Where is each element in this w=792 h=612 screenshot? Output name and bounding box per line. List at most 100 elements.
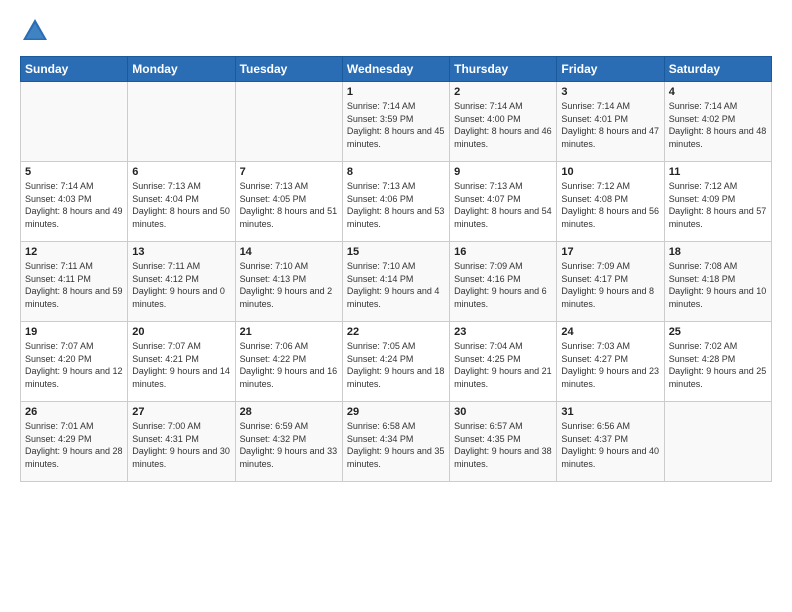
day-number: 23: [454, 326, 552, 338]
calendar-cell: 30Sunrise: 6:57 AM Sunset: 4:35 PM Dayli…: [450, 402, 557, 482]
day-info: Sunrise: 7:05 AM Sunset: 4:24 PM Dayligh…: [347, 340, 445, 390]
calendar-cell: 22 Sunrise: 7:05 AM Sunset: 4:24 PM Dayli…: [342, 322, 449, 402]
day-info: Sunrise: 6:58 AM Sunset: 4:34 PM Dayligh…: [347, 420, 445, 470]
calendar-cell: 24 Sunrise: 7:03 AM Sunset: 4:27 PM Dayli…: [557, 322, 664, 402]
calendar-cell: 23 Sunrise: 7:04 AM Sunset: 4:25 PM Dayli…: [450, 322, 557, 402]
logo-icon: [20, 16, 50, 46]
day-number: 3: [561, 86, 659, 98]
calendar-cell: 31Sunrise: 6:56 AM Sunset: 4:37 PM Dayli…: [557, 402, 664, 482]
day-number: 18: [669, 246, 767, 258]
day-info: Sunrise: 7:11 AM Sunset: 4:12 PM Dayligh…: [132, 260, 230, 310]
day-info: Sunrise: 6:59 AM Sunset: 4:32 PM Dayligh…: [240, 420, 338, 470]
day-info: Sunrise: 7:10 AM Sunset: 4:13 PM Dayligh…: [240, 260, 338, 310]
day-info: Sunrise: 7:10 AM Sunset: 4:14 PM Dayligh…: [347, 260, 445, 310]
day-number: 14: [240, 246, 338, 258]
calendar-cell: [235, 82, 342, 162]
calendar-cell: 28 Sunrise: 6:59 AM Sunset: 4:32 PM Dayli…: [235, 402, 342, 482]
day-info: Sunrise: 7:13 AM Sunset: 4:04 PM Dayligh…: [132, 180, 230, 230]
day-info: Sunrise: 7:14 AM Sunset: 4:01 PM Dayligh…: [561, 100, 659, 150]
day-info: Sunrise: 7:07 AM Sunset: 4:20 PM Dayligh…: [25, 340, 123, 390]
calendar-cell: 9 Sunrise: 7:13 AM Sunset: 4:07 PM Daylig…: [450, 162, 557, 242]
day-info: Sunrise: 7:07 AM Sunset: 4:21 PM Dayligh…: [132, 340, 230, 390]
day-info: Sunrise: 7:13 AM Sunset: 4:07 PM Dayligh…: [454, 180, 552, 230]
day-info: Sunrise: 7:06 AM Sunset: 4:22 PM Dayligh…: [240, 340, 338, 390]
weekday-header: Sunday: [21, 57, 128, 82]
day-number: 8: [347, 166, 445, 178]
calendar-cell: 4 Sunrise: 7:14 AM Sunset: 4:02 PM Daylig…: [664, 82, 771, 162]
day-number: 1: [347, 86, 445, 98]
day-info: Sunrise: 7:08 AM Sunset: 4:18 PM Dayligh…: [669, 260, 767, 310]
day-number: 30: [454, 406, 552, 418]
day-number: 4: [669, 86, 767, 98]
page: SundayMondayTuesdayWednesdayThursdayFrid…: [0, 0, 792, 612]
day-info: Sunrise: 7:11 AM Sunset: 4:11 PM Dayligh…: [25, 260, 123, 310]
calendar-cell: 25Sunrise: 7:02 AM Sunset: 4:28 PM Dayli…: [664, 322, 771, 402]
calendar-week-row: 1 Sunrise: 7:14 AM Sunset: 3:59 PM Daylig…: [21, 82, 772, 162]
calendar-cell: 8 Sunrise: 7:13 AM Sunset: 4:06 PM Daylig…: [342, 162, 449, 242]
day-number: 28: [240, 406, 338, 418]
day-info: Sunrise: 7:12 AM Sunset: 4:08 PM Dayligh…: [561, 180, 659, 230]
calendar-cell: 20 Sunrise: 7:07 AM Sunset: 4:21 PM Dayli…: [128, 322, 235, 402]
calendar-table: SundayMondayTuesdayWednesdayThursdayFrid…: [20, 56, 772, 482]
day-number: 11: [669, 166, 767, 178]
day-info: Sunrise: 7:04 AM Sunset: 4:25 PM Dayligh…: [454, 340, 552, 390]
day-info: Sunrise: 7:03 AM Sunset: 4:27 PM Dayligh…: [561, 340, 659, 390]
calendar-week-row: 12 Sunrise: 7:11 AM Sunset: 4:11 PM Dayli…: [21, 242, 772, 322]
calendar-cell: 6 Sunrise: 7:13 AM Sunset: 4:04 PM Daylig…: [128, 162, 235, 242]
day-info: Sunrise: 7:14 AM Sunset: 3:59 PM Dayligh…: [347, 100, 445, 150]
day-number: 6: [132, 166, 230, 178]
day-info: Sunrise: 7:01 AM Sunset: 4:29 PM Dayligh…: [25, 420, 123, 470]
weekday-row: SundayMondayTuesdayWednesdayThursdayFrid…: [21, 57, 772, 82]
calendar-cell: 7 Sunrise: 7:13 AM Sunset: 4:05 PM Daylig…: [235, 162, 342, 242]
calendar-cell: 27 Sunrise: 7:00 AM Sunset: 4:31 PM Dayli…: [128, 402, 235, 482]
calendar-header: SundayMondayTuesdayWednesdayThursdayFrid…: [21, 57, 772, 82]
day-info: Sunrise: 7:09 AM Sunset: 4:16 PM Dayligh…: [454, 260, 552, 310]
day-number: 10: [561, 166, 659, 178]
day-number: 26: [25, 406, 123, 418]
logo: [20, 16, 54, 46]
day-info: Sunrise: 7:00 AM Sunset: 4:31 PM Dayligh…: [132, 420, 230, 470]
calendar-week-row: 19Sunrise: 7:07 AM Sunset: 4:20 PM Dayli…: [21, 322, 772, 402]
calendar-cell: 29Sunrise: 6:58 AM Sunset: 4:34 PM Dayli…: [342, 402, 449, 482]
day-info: Sunrise: 7:14 AM Sunset: 4:02 PM Dayligh…: [669, 100, 767, 150]
day-number: 22: [347, 326, 445, 338]
calendar-cell: 12 Sunrise: 7:11 AM Sunset: 4:11 PM Dayli…: [21, 242, 128, 322]
calendar-cell: 21 Sunrise: 7:06 AM Sunset: 4:22 PM Dayli…: [235, 322, 342, 402]
calendar-cell: 13 Sunrise: 7:11 AM Sunset: 4:12 PM Dayli…: [128, 242, 235, 322]
day-number: 20: [132, 326, 230, 338]
calendar-cell: 17Sunrise: 7:09 AM Sunset: 4:17 PM Dayli…: [557, 242, 664, 322]
weekday-header: Wednesday: [342, 57, 449, 82]
weekday-header: Monday: [128, 57, 235, 82]
calendar-cell: 19Sunrise: 7:07 AM Sunset: 4:20 PM Dayli…: [21, 322, 128, 402]
day-number: 16: [454, 246, 552, 258]
calendar-cell: 3 Sunrise: 7:14 AM Sunset: 4:01 PM Daylig…: [557, 82, 664, 162]
day-number: 9: [454, 166, 552, 178]
calendar-week-row: 26 Sunrise: 7:01 AM Sunset: 4:29 PM Dayli…: [21, 402, 772, 482]
day-info: Sunrise: 7:13 AM Sunset: 4:06 PM Dayligh…: [347, 180, 445, 230]
calendar-week-row: 5 Sunrise: 7:14 AM Sunset: 4:03 PM Daylig…: [21, 162, 772, 242]
weekday-header: Tuesday: [235, 57, 342, 82]
day-number: 12: [25, 246, 123, 258]
day-number: 27: [132, 406, 230, 418]
day-number: 5: [25, 166, 123, 178]
calendar-cell: [21, 82, 128, 162]
calendar-body: 1 Sunrise: 7:14 AM Sunset: 3:59 PM Daylig…: [21, 82, 772, 482]
calendar-cell: 11 Sunrise: 7:12 AM Sunset: 4:09 PM Dayli…: [664, 162, 771, 242]
day-info: Sunrise: 7:12 AM Sunset: 4:09 PM Dayligh…: [669, 180, 767, 230]
day-number: 24: [561, 326, 659, 338]
day-number: 13: [132, 246, 230, 258]
day-number: 2: [454, 86, 552, 98]
weekday-header: Thursday: [450, 57, 557, 82]
day-number: 31: [561, 406, 659, 418]
calendar-cell: 10 Sunrise: 7:12 AM Sunset: 4:08 PM Dayli…: [557, 162, 664, 242]
calendar-cell: [664, 402, 771, 482]
calendar-cell: 16 Sunrise: 7:09 AM Sunset: 4:16 PM Dayli…: [450, 242, 557, 322]
day-number: 7: [240, 166, 338, 178]
day-info: Sunrise: 7:14 AM Sunset: 4:03 PM Dayligh…: [25, 180, 123, 230]
header: [20, 16, 772, 46]
day-number: 21: [240, 326, 338, 338]
day-number: 17: [561, 246, 659, 258]
day-info: Sunrise: 7:13 AM Sunset: 4:05 PM Dayligh…: [240, 180, 338, 230]
calendar-cell: 18 Sunrise: 7:08 AM Sunset: 4:18 PM Dayli…: [664, 242, 771, 322]
calendar-cell: 2Sunrise: 7:14 AM Sunset: 4:00 PM Daylig…: [450, 82, 557, 162]
